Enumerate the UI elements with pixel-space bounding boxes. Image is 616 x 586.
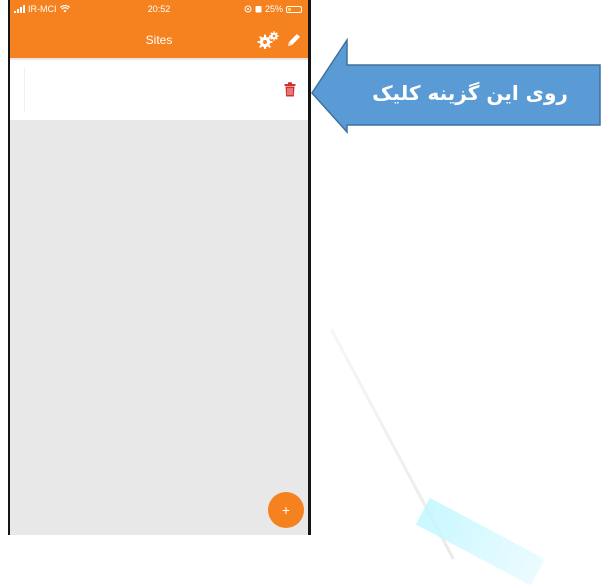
edit-pencil-icon[interactable] [286, 32, 302, 48]
location-icon [244, 5, 252, 13]
alarm-icon [255, 6, 262, 13]
nav-bar: Sites [10, 20, 308, 58]
status-bar: IR-MCI 20:52 25% [10, 0, 308, 20]
battery-icon [286, 5, 302, 13]
add-site-button[interactable]: + [268, 492, 304, 528]
trash-icon[interactable] [284, 82, 296, 97]
list-item[interactable] [10, 60, 308, 120]
nav-actions [256, 31, 302, 49]
status-right: 25% [244, 4, 302, 14]
callout-arrow: روی این گزینه کلیک [310, 37, 610, 134]
battery-percent: 25% [264, 4, 283, 14]
callout-text: روی این گزینه کلیک [372, 81, 568, 105]
watermark-band [415, 498, 545, 586]
settings-gears-icon[interactable] [256, 31, 280, 49]
phone-screen: IR-MCI 20:52 25% Sites + [8, 0, 311, 535]
row-divider [24, 68, 25, 112]
